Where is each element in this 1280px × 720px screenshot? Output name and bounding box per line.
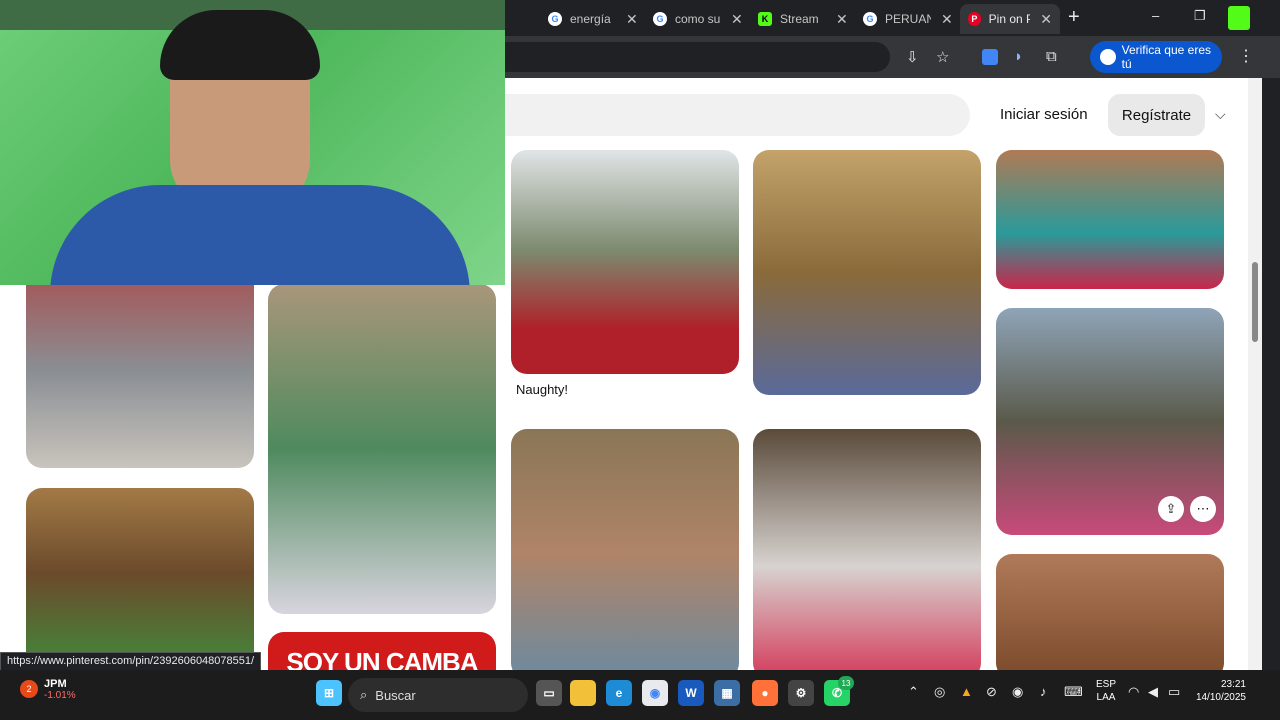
tray-vlc-icon[interactable]: ▲ [960, 684, 973, 699]
pin-banner-text: SOY UN CAMBA [286, 646, 478, 671]
language-line2: LAA [1096, 692, 1116, 703]
stock-change: -1.01% [44, 690, 76, 701]
settings-icon[interactable]: ⚙ [788, 680, 814, 706]
webcam-person-hair [160, 10, 320, 80]
wifi-icon[interactable]: ◠ [1128, 684, 1139, 700]
tray-chrome-icon[interactable]: ◉ [1012, 684, 1023, 700]
kick-logo-icon [1228, 6, 1250, 30]
verify-profile-button[interactable]: Verifica que eres tú [1090, 41, 1222, 73]
read-aloud-icon[interactable]: ◗ [1014, 48, 1023, 65]
edge-icon[interactable]: e [606, 680, 632, 706]
pinterest-icon: P [968, 12, 981, 26]
word-icon[interactable]: W [678, 680, 704, 706]
tab-como[interactable]: G como su ✕ [645, 4, 751, 34]
pin-image[interactable] [268, 284, 496, 614]
tab-title: Pin on P [988, 12, 1031, 26]
tray-app-icon[interactable]: ◎ [934, 684, 945, 700]
tab-pin-active[interactable]: P Pin on P ✕ [960, 4, 1060, 34]
tab-stream[interactable]: K Stream ✕ [750, 4, 856, 34]
pin-image[interactable] [753, 429, 981, 670]
search-input[interactable] [430, 94, 970, 136]
close-icon[interactable]: ✕ [626, 11, 638, 28]
maximize-button[interactable]: ❐ [1194, 8, 1206, 24]
language-indicator[interactable]: ESP LAA [1096, 678, 1116, 704]
tab-energia[interactable]: G energía ✕ [540, 4, 646, 34]
chevron-down-icon[interactable]: ⌵ [1215, 106, 1226, 123]
tab-title: como su [675, 12, 721, 26]
close-icon[interactable]: ✕ [1040, 11, 1052, 28]
minimize-button[interactable]: – [1152, 8, 1159, 23]
tab-title: energía [570, 12, 611, 26]
bookmark-star-icon[interactable]: ☆ [936, 48, 949, 66]
tab-peruan[interactable]: G PERUAN ✕ [855, 4, 961, 34]
close-icon[interactable]: ✕ [731, 11, 743, 28]
taskbar-search[interactable]: ⌕ Buscar [348, 678, 528, 712]
stock-ticker: JPM [44, 678, 67, 690]
status-url: https://www.pinterest.com/pin/2392606048… [0, 652, 262, 672]
google-icon: G [653, 12, 667, 26]
kick-icon: K [758, 12, 772, 26]
pin-image[interactable] [753, 150, 981, 395]
scrollbar-thumb[interactable] [1252, 262, 1258, 342]
search-placeholder: Buscar [375, 687, 416, 703]
tray-expand-icon[interactable]: ⌃ [908, 684, 919, 700]
firefox-icon[interactable]: ● [752, 680, 778, 706]
share-icon[interactable]: ⇪ [1158, 496, 1184, 522]
microphone-icon[interactable]: ♪ [1040, 684, 1047, 699]
pin-actions: ⇪ ⋯ [1158, 496, 1216, 522]
search-icon: ⌕ [360, 687, 368, 702]
whatsapp-badge: 13 [838, 676, 854, 690]
stock-widget[interactable]: JPM -1.01% [44, 678, 76, 701]
windows-start-icon[interactable]: ⊞ [316, 680, 342, 706]
pin-caption: Naughty! [516, 382, 569, 397]
signup-button[interactable]: Regístrate [1108, 94, 1205, 136]
address-bar[interactable] [505, 42, 890, 72]
page-scrollbar[interactable] [1248, 78, 1262, 670]
webcam-person-shirt [50, 185, 470, 285]
stock-badge: 2 [20, 680, 38, 698]
language-line1: ESP [1096, 679, 1117, 690]
pin-image[interactable] [996, 150, 1224, 289]
keyboard-icon[interactable]: ⌨ [1064, 684, 1083, 700]
pin-image[interactable]: SOY UN CAMBA [268, 632, 496, 670]
system-clock[interactable]: 23:21 14/10/2025 [1194, 678, 1246, 704]
pin-image[interactable] [996, 554, 1224, 670]
verify-label: Verifica que eres tú [1121, 43, 1212, 71]
pin-image[interactable] [511, 150, 739, 374]
avatar [1100, 49, 1116, 65]
tab-title: PERUAN [885, 12, 931, 26]
google-icon: G [548, 12, 562, 26]
extensions-icon[interactable]: ⧉ [1046, 48, 1057, 65]
clock-time: 23:21 [1220, 679, 1246, 690]
install-app-icon[interactable]: ⇩ [906, 48, 919, 66]
translate-icon[interactable] [982, 49, 998, 65]
pin-image[interactable] [26, 488, 254, 670]
clock-date: 14/10/2025 [1195, 692, 1246, 703]
task-view-icon[interactable]: ▭ [536, 680, 562, 706]
close-icon[interactable]: ✕ [941, 11, 953, 28]
tray-network-off-icon[interactable]: ⊘ [986, 684, 997, 700]
file-explorer-icon[interactable] [570, 680, 596, 706]
tab-title: Stream [780, 12, 819, 26]
menu-kebab-icon[interactable]: ⋮ [1238, 46, 1254, 66]
google-icon: G [863, 12, 877, 26]
store-icon[interactable]: ▦ [714, 680, 740, 706]
battery-icon[interactable]: ▭ [1168, 684, 1180, 700]
volume-icon[interactable]: ◀ [1148, 684, 1158, 700]
webcam-overlay [0, 0, 505, 285]
pin-image[interactable] [511, 429, 739, 670]
close-icon[interactable]: ✕ [836, 11, 848, 28]
new-tab-button[interactable]: + [1068, 6, 1080, 29]
chrome-icon[interactable]: ◉ [642, 680, 668, 706]
more-options-icon[interactable]: ⋯ [1190, 496, 1216, 522]
login-button[interactable]: Iniciar sesión [1000, 106, 1088, 123]
windows-taskbar: 2 JPM -1.01% ⊞ ⌕ Buscar ▭ e ◉ W ▦ ● ⚙ ✆ … [0, 670, 1280, 720]
